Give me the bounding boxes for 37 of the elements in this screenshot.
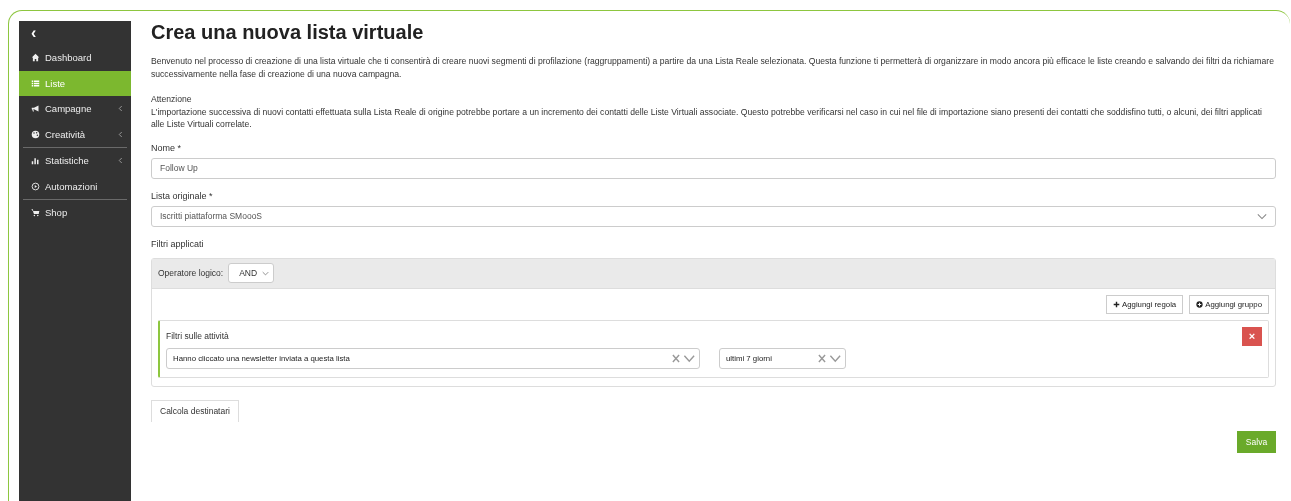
cart-icon (31, 208, 40, 218)
warning-paragraph: L'importazione successiva di nuovi contatti effettuata sulla Lista Reale di origine potrebbe portare a un incremento dei contatti delle Liste Virtuali associate. Questo potrebbe verificarsi nel caso in cui nel file di importazione siano presenti dei contatti che soddisfino tutti, o alcuni, dei filtri applicati alle Liste Virtuali correlate. (151, 105, 1263, 131)
intro-paragraph: Benvenuto nel processo di creazione di una lista virtuale che ti consentirà di creare nuovi segmenti di profilazione (raggruppamenti) a partire da una Lista Reale selezionata. Questa funzione ti permetterà di organizzare in modo ancora più efficace le liste creando e salvando dei filtri da richiamare successivamente nella fase di creazione di una nuova campagna. (151, 55, 1275, 80)
sidebar-item[interactable]: Creatività (19, 121, 131, 147)
field-label: Lista originale * (151, 190, 214, 201)
list-icon (31, 78, 40, 88)
chevron-down-icon (262, 270, 270, 276)
chevron-down-icon (1257, 212, 1267, 220)
sidebar-item[interactable]: Shop (19, 200, 131, 226)
sidebar-item[interactable]: Campagne (19, 96, 131, 122)
caret-icon (118, 157, 123, 165)
list-dropdown[interactable]: Iscritti piattaforma SMoooS (151, 205, 1276, 227)
sidebar-item[interactable]: Dashboard (19, 45, 131, 71)
operator-label: Operatore logico: (158, 268, 224, 278)
collapse-button[interactable]: ‹ (19, 21, 37, 45)
delete-button[interactable]: × (1242, 326, 1262, 346)
play-circle-icon (31, 181, 40, 191)
field-label: Filtri applicati (151, 238, 205, 249)
palette-icon (31, 129, 40, 139)
plus-icon (1113, 300, 1120, 308)
plus-circle-icon (1196, 300, 1204, 308)
caret-icon (118, 130, 123, 138)
page-title: Crea una nuova lista virtuale (151, 21, 425, 44)
clear-chevron-icon (818, 353, 841, 363)
sidebar-item[interactable]: Automazioni (19, 173, 131, 199)
rule-title: Filtri sulle attività (166, 331, 229, 341)
operator-dropdown[interactable]: AND (228, 263, 275, 283)
megaphone-icon (31, 104, 40, 114)
clear-chevron-icon (672, 353, 695, 363)
calculate-recipients-tab[interactable]: Calcola destinatari (151, 399, 239, 422)
home-icon (31, 53, 40, 63)
field-label: Nome * (151, 142, 182, 153)
caret-icon (118, 105, 123, 113)
sidebar-item[interactable]: Statistiche (19, 148, 131, 174)
name-input[interactable]: Follow Up (151, 157, 1276, 179)
bar-chart-icon (31, 156, 40, 166)
warning-title: Attenzione (151, 93, 193, 106)
